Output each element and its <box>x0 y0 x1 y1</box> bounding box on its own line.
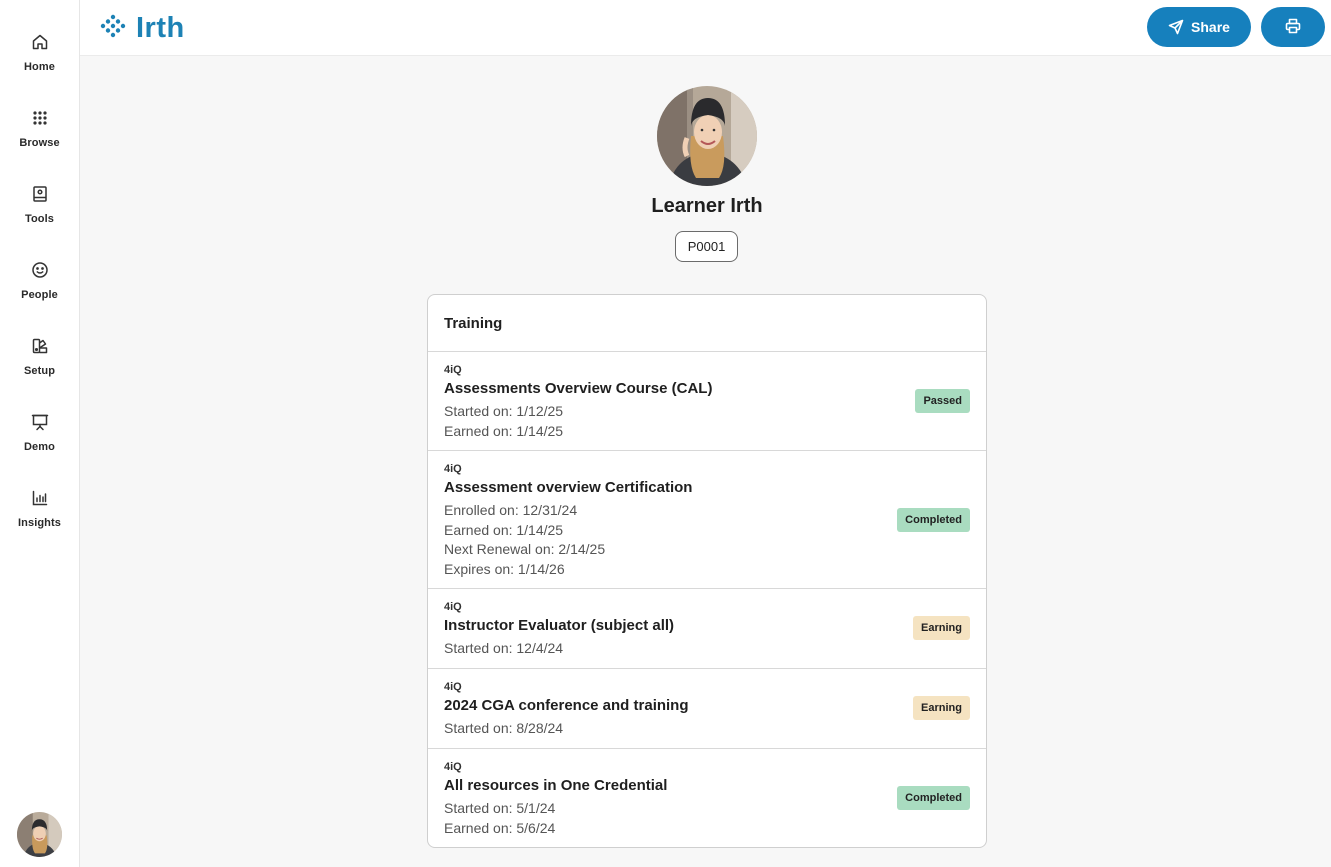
training-title: 2024 CGA conference and training <box>444 697 689 714</box>
profile-name: Learner Irth <box>651 195 763 217</box>
training-detail: Earned on: 1/14/25 <box>444 522 564 538</box>
training-item[interactable]: 4iQ Instructor Evaluator (subject all) S… <box>428 589 986 669</box>
training-title: Assessment overview Certification <box>444 479 693 496</box>
tools-icon <box>30 184 50 204</box>
training-detail: Next Renewal on: 2/14/25 <box>444 541 606 557</box>
training-detail: Enrolled on: 12/31/24 <box>444 502 578 518</box>
sidebar-item-browse[interactable]: Browse <box>0 95 79 155</box>
brand-logo[interactable]: Irth <box>99 11 185 45</box>
sidebar-item-home[interactable]: Home <box>0 19 79 79</box>
sidebar-item-people[interactable]: People <box>0 247 79 307</box>
training-detail: Started on: 5/1/24 <box>444 800 556 816</box>
training-provider: 4iQ <box>444 463 462 475</box>
training-card-title: Training <box>444 315 503 332</box>
sidebar-item-tools[interactable]: Tools <box>0 171 79 231</box>
training-provider: 4iQ <box>444 681 462 693</box>
training-title: All resources in One Credential <box>444 777 668 794</box>
status-badge: Earning <box>913 616 970 640</box>
training-detail: Expires on: 1/14/26 <box>444 561 565 577</box>
training-detail: Started on: 1/12/25 <box>444 403 564 419</box>
sidebar-item-demo[interactable]: Demo <box>0 399 79 459</box>
status-badge: Passed <box>915 389 970 413</box>
training-provider: 4iQ <box>444 364 462 376</box>
presentation-icon <box>30 412 50 432</box>
sidebar-item-insights[interactable]: Insights <box>0 475 79 535</box>
sidebar-item-label: People <box>21 289 58 301</box>
profile-id-badge: P0001 <box>675 231 738 262</box>
status-badge: Earning <box>913 696 970 720</box>
status-badge: Completed <box>897 786 970 810</box>
training-detail: Earned on: 5/6/24 <box>444 820 556 836</box>
print-icon <box>1285 18 1301 37</box>
sidebar: Home Browse Tools People Setup Demo Insi… <box>0 0 80 867</box>
training-item[interactable]: 4iQ 2024 CGA conference and training Sta… <box>428 669 986 749</box>
grid-icon <box>30 108 50 128</box>
training-title: Assessments Overview Course (CAL) <box>444 380 713 397</box>
share-button-label: Share <box>1191 19 1230 35</box>
training-item[interactable]: 4iQ All resources in One Credential Star… <box>428 749 986 847</box>
sidebar-item-label: Tools <box>24 213 54 225</box>
training-provider: 4iQ <box>444 601 462 613</box>
header: Irth Share <box>80 0 1331 56</box>
status-badge: Completed <box>897 508 970 532</box>
share-button[interactable]: Share <box>1147 7 1251 47</box>
sidebar-item-label: Home <box>24 61 55 73</box>
send-icon <box>1168 19 1184 35</box>
sidebar-item-label: Browse <box>19 137 60 149</box>
bar-chart-icon <box>30 488 50 508</box>
sidebar-item-label: Setup <box>23 365 56 377</box>
training-card: Training 4iQ Assessments Overview Course… <box>427 294 987 848</box>
brand-mark-icon <box>99 14 127 43</box>
training-detail: Started on: 8/28/24 <box>444 720 564 736</box>
smile-icon <box>30 260 50 280</box>
training-item[interactable]: 4iQ Assessment overview Certification En… <box>428 451 986 589</box>
training-detail: Started on: 12/4/24 <box>444 640 564 656</box>
training-title: Instructor Evaluator (subject all) <box>444 617 675 634</box>
sidebar-item-label: Insights <box>18 517 61 529</box>
sidebar-item-setup[interactable]: Setup <box>0 323 79 383</box>
avatar[interactable] <box>17 812 62 857</box>
training-detail: Earned on: 1/14/25 <box>444 423 564 439</box>
brand-wordmark: Irth <box>136 12 185 44</box>
sidebar-item-label: Demo <box>24 441 55 453</box>
print-button[interactable] <box>1261 7 1325 47</box>
home-icon <box>30 32 50 52</box>
training-provider: 4iQ <box>444 761 462 773</box>
profile-photo <box>657 86 757 186</box>
setup-icon <box>30 336 50 356</box>
training-item[interactable]: 4iQ Assessments Overview Course (CAL) St… <box>428 352 986 451</box>
training-card-header: Training <box>428 295 986 352</box>
